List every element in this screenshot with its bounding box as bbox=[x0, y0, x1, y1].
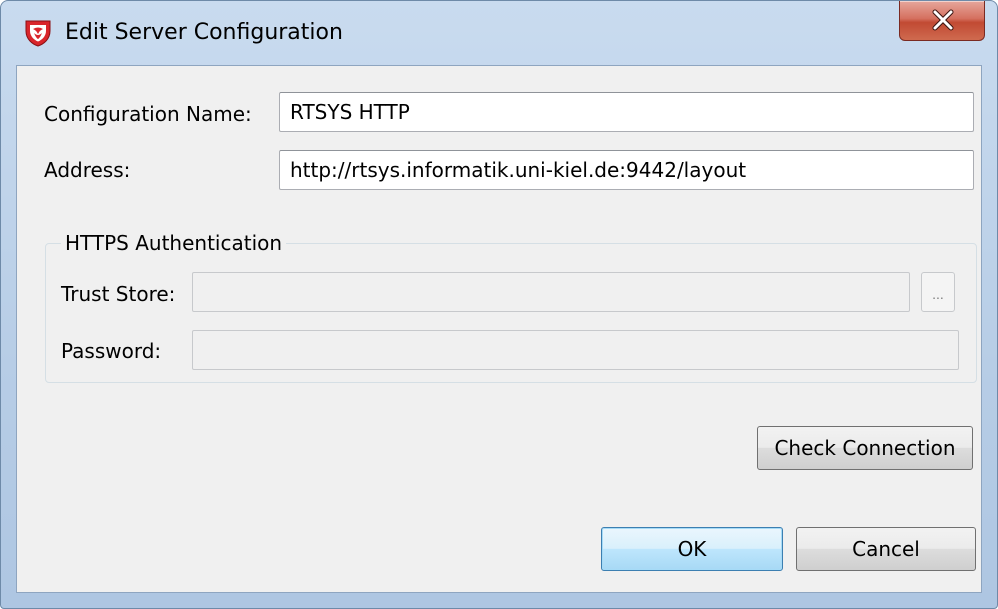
close-button[interactable] bbox=[899, 1, 985, 41]
https-authentication-title: HTTPS Authentication bbox=[61, 230, 287, 256]
cancel-button[interactable]: Cancel bbox=[796, 527, 976, 571]
config-name-input[interactable]: RTSYS HTTP bbox=[279, 92, 974, 132]
address-label: Address: bbox=[44, 158, 131, 182]
dialog-window: Edit Server Configuration Configuration … bbox=[0, 0, 998, 609]
ok-button[interactable]: OK bbox=[601, 527, 783, 571]
title-bar[interactable]: Edit Server Configuration bbox=[1, 1, 997, 65]
browse-trust-store-button[interactable]: ... bbox=[921, 272, 955, 312]
password-input[interactable] bbox=[192, 330, 959, 370]
dialog-content: Configuration Name: RTSYS HTTP Address: … bbox=[16, 65, 982, 593]
config-name-label: Configuration Name: bbox=[44, 102, 252, 126]
shield-icon bbox=[23, 18, 53, 48]
trust-store-input[interactable] bbox=[192, 272, 910, 312]
trust-store-label: Trust Store: bbox=[61, 282, 176, 306]
window-title: Edit Server Configuration bbox=[65, 20, 343, 45]
close-icon bbox=[932, 9, 954, 31]
password-label: Password: bbox=[61, 339, 162, 363]
address-input[interactable]: http://rtsys.informatik.uni-kiel.de:9442… bbox=[279, 150, 974, 190]
check-connection-button[interactable]: Check Connection bbox=[757, 426, 973, 470]
